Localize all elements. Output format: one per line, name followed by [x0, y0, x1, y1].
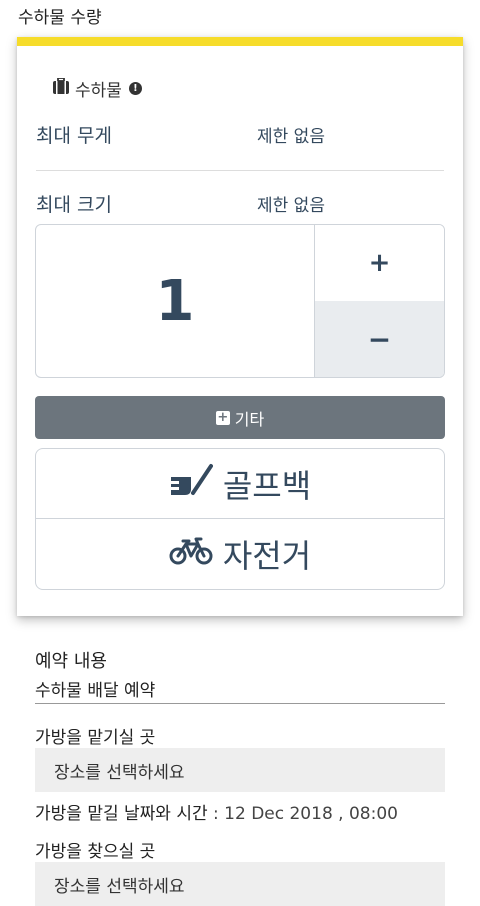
reservation-subtitle: 수하물 배달 예약 [35, 681, 156, 701]
category-name: 수하물 [75, 81, 122, 101]
luggage-icon [52, 76, 70, 100]
category-header: 수하물 ! [52, 76, 142, 101]
bicycle-icon [169, 535, 223, 573]
datetime-label: 가방을 맡길 날짜와 시간 [35, 804, 208, 824]
option-golf-bag[interactable]: 골프백 [36, 449, 444, 518]
section-divider [35, 703, 445, 704]
special-items-list: 골프백 자전거 [35, 448, 445, 590]
reservation-title: 예약 내용 [35, 651, 107, 672]
max-weight-label: 최대 무게 [36, 125, 112, 147]
datetime-value: : 12 Dec 2018 , 08:00 [207, 804, 398, 824]
decrement-button[interactable]: − [315, 301, 444, 377]
max-size-value: 제한 없음 [257, 196, 325, 216]
pickup-location-select[interactable]: 장소를 선택하세요 [35, 862, 445, 906]
dropoff-placeholder: 장소를 선택하세요 [54, 762, 185, 783]
option-label: 자전거 [222, 536, 312, 575]
pickup-placeholder: 장소를 선택하세요 [54, 876, 185, 897]
info-icon[interactable]: ! [128, 82, 142, 95]
dropoff-location-select[interactable]: 장소를 선택하세요 [35, 748, 445, 792]
max-size-label: 최대 크기 [36, 194, 112, 216]
dropoff-label: 가방을 맡기실 곳 [35, 728, 156, 748]
page-title: 수하물 수량 [18, 8, 102, 28]
pickup-label: 가방을 찾으실 곳 [35, 842, 156, 862]
etc-button-label: 기타 [234, 409, 265, 429]
datetime-row[interactable]: 가방을 맡길 날짜와 시간 : 12 Dec 2018 , 08:00 [35, 799, 398, 824]
plus-square-icon: + [215, 409, 230, 425]
option-label: 골프백 [222, 466, 312, 505]
quantity-value: 1 [36, 225, 315, 377]
increment-button[interactable]: + [315, 225, 444, 301]
quantity-stepper: 1 + − [35, 224, 445, 378]
golf-bag-icon [168, 463, 223, 505]
max-weight-value: 제한 없음 [257, 127, 325, 147]
spec-divider [36, 170, 444, 171]
option-bicycle[interactable]: 자전거 [36, 519, 444, 588]
baggage-card: 수하물 ! 최대 무게 제한 없음 최대 크기 제한 없음 1 + − + 기타… [17, 37, 463, 616]
etc-button[interactable]: + 기타 [35, 396, 445, 439]
